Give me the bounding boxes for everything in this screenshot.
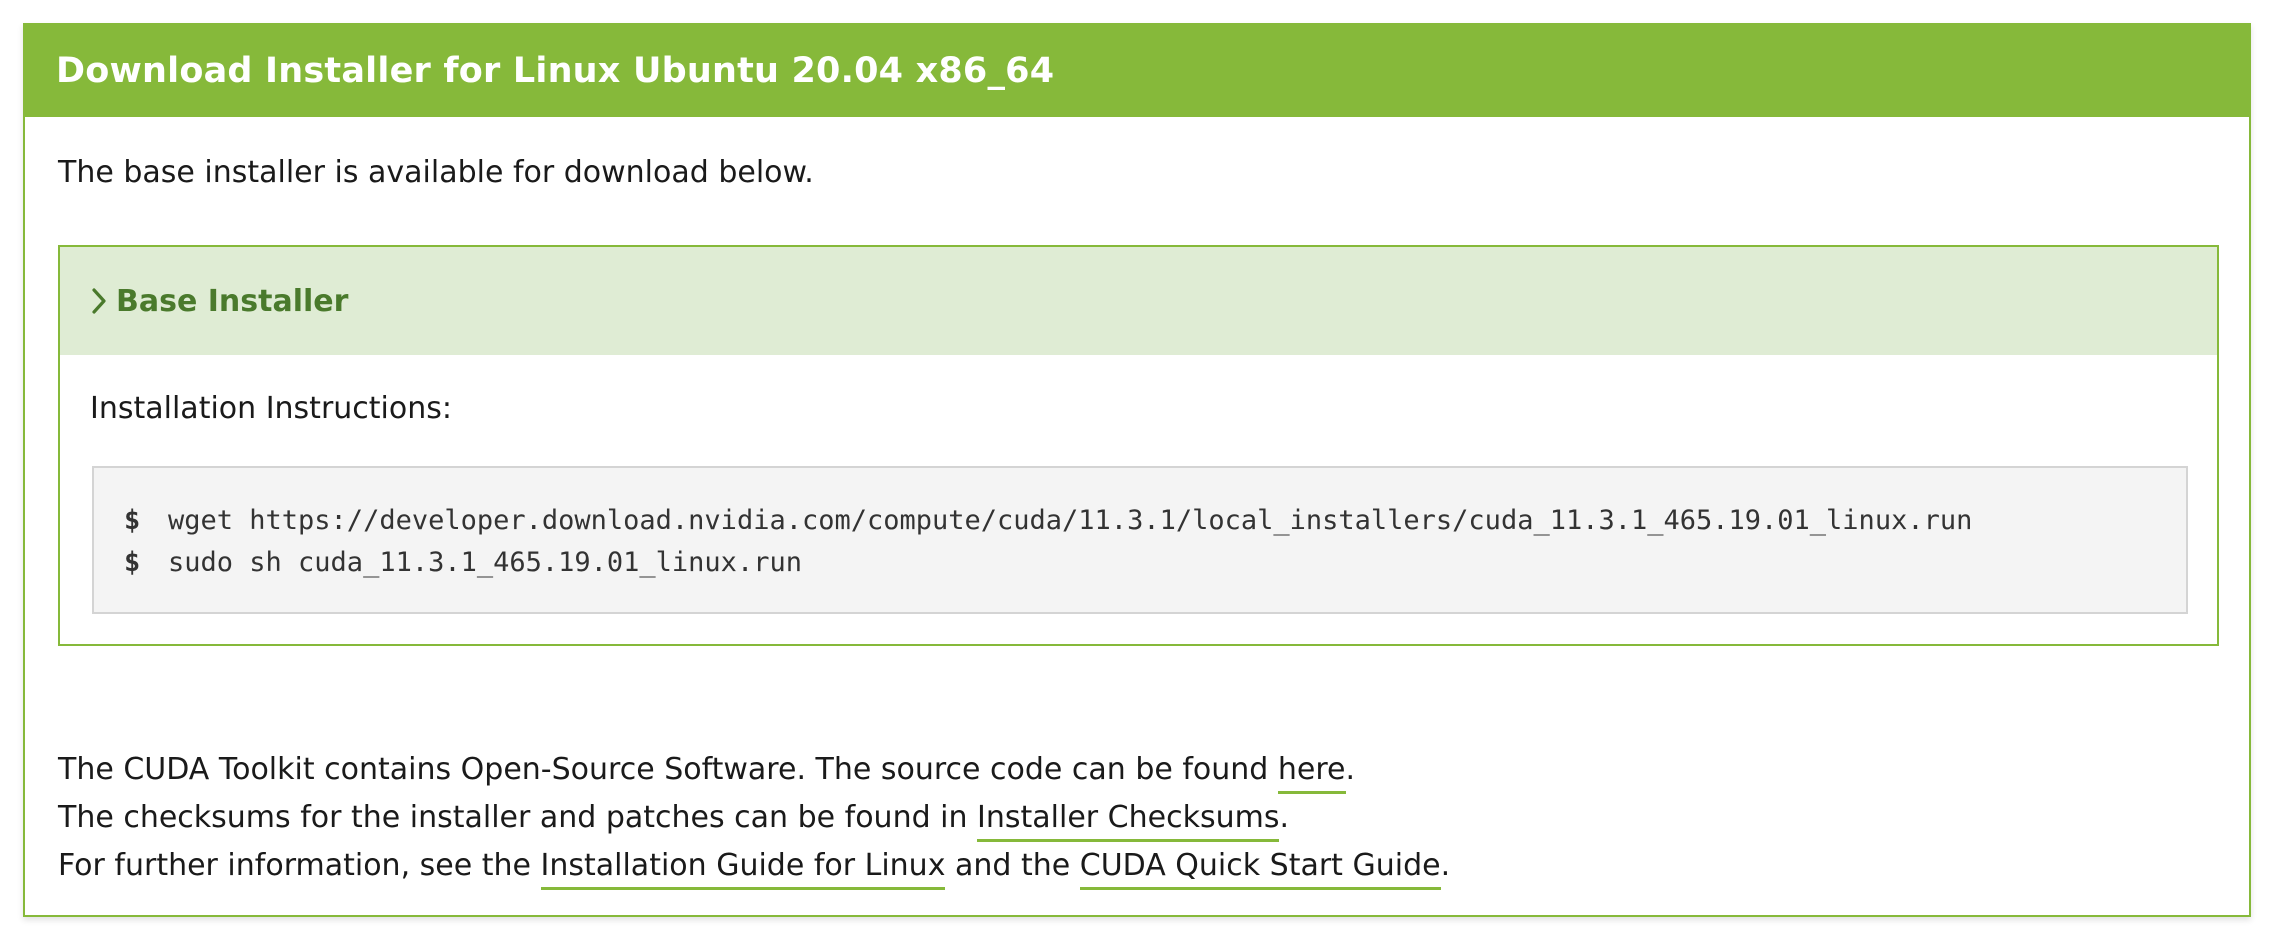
command-line[interactable]: $ wget https://developer.download.nvidia.… — [124, 500, 2186, 542]
command-prompt: $ — [124, 505, 141, 536]
panel-title: Download Installer for Linux Ubuntu 20.0… — [56, 51, 1055, 91]
and-the-text: and the — [945, 848, 1080, 883]
installation-guide-link[interactable]: Installation Guide for Linux — [540, 848, 946, 890]
period: . — [1345, 752, 1356, 787]
base-installer-section: Base Installer Installation Instructions… — [58, 245, 2219, 646]
command-prompt: $ — [124, 547, 141, 578]
base-installer-title: Base Installer — [116, 283, 349, 319]
open-source-note: The CUDA Toolkit contains Open-Source So… — [58, 752, 1356, 794]
chevron-right-icon — [88, 285, 110, 317]
code-block[interactable]: $ wget https://developer.download.nvidia.… — [92, 466, 2188, 614]
download-installer-panel: Download Installer for Linux Ubuntu 20.0… — [23, 23, 2251, 917]
open-source-text: The CUDA Toolkit contains Open-Source So… — [58, 752, 1278, 787]
command-text[interactable]: sudo sh cuda_11.3.1_465.19.01_linux.run — [168, 547, 802, 578]
installation-instructions-label: Installation Instructions: — [90, 391, 452, 426]
period: . — [1440, 848, 1451, 883]
source-code-link[interactable]: here — [1277, 752, 1346, 794]
further-info-text: For further information, see the — [58, 848, 541, 883]
command-line[interactable]: $ sudo sh cuda_11.3.1_465.19.01_linux.run — [124, 542, 2186, 584]
intro-text: The base installer is available for down… — [58, 155, 814, 190]
period: . — [1279, 800, 1290, 835]
panel-header: Download Installer for Linux Ubuntu 20.0… — [25, 25, 2249, 117]
quick-start-guide-link[interactable]: CUDA Quick Start Guide — [1079, 848, 1441, 890]
base-installer-toggle[interactable]: Base Installer — [60, 247, 2217, 355]
command-text[interactable]: wget https://developer.download.nvidia.c… — [168, 505, 1972, 536]
further-info-note: For further information, see the Install… — [58, 848, 1451, 890]
installer-checksums-link[interactable]: Installer Checksums — [977, 800, 1280, 842]
checksums-text: The checksums for the installer and patc… — [58, 800, 978, 835]
checksums-note: The checksums for the installer and patc… — [58, 800, 1290, 842]
